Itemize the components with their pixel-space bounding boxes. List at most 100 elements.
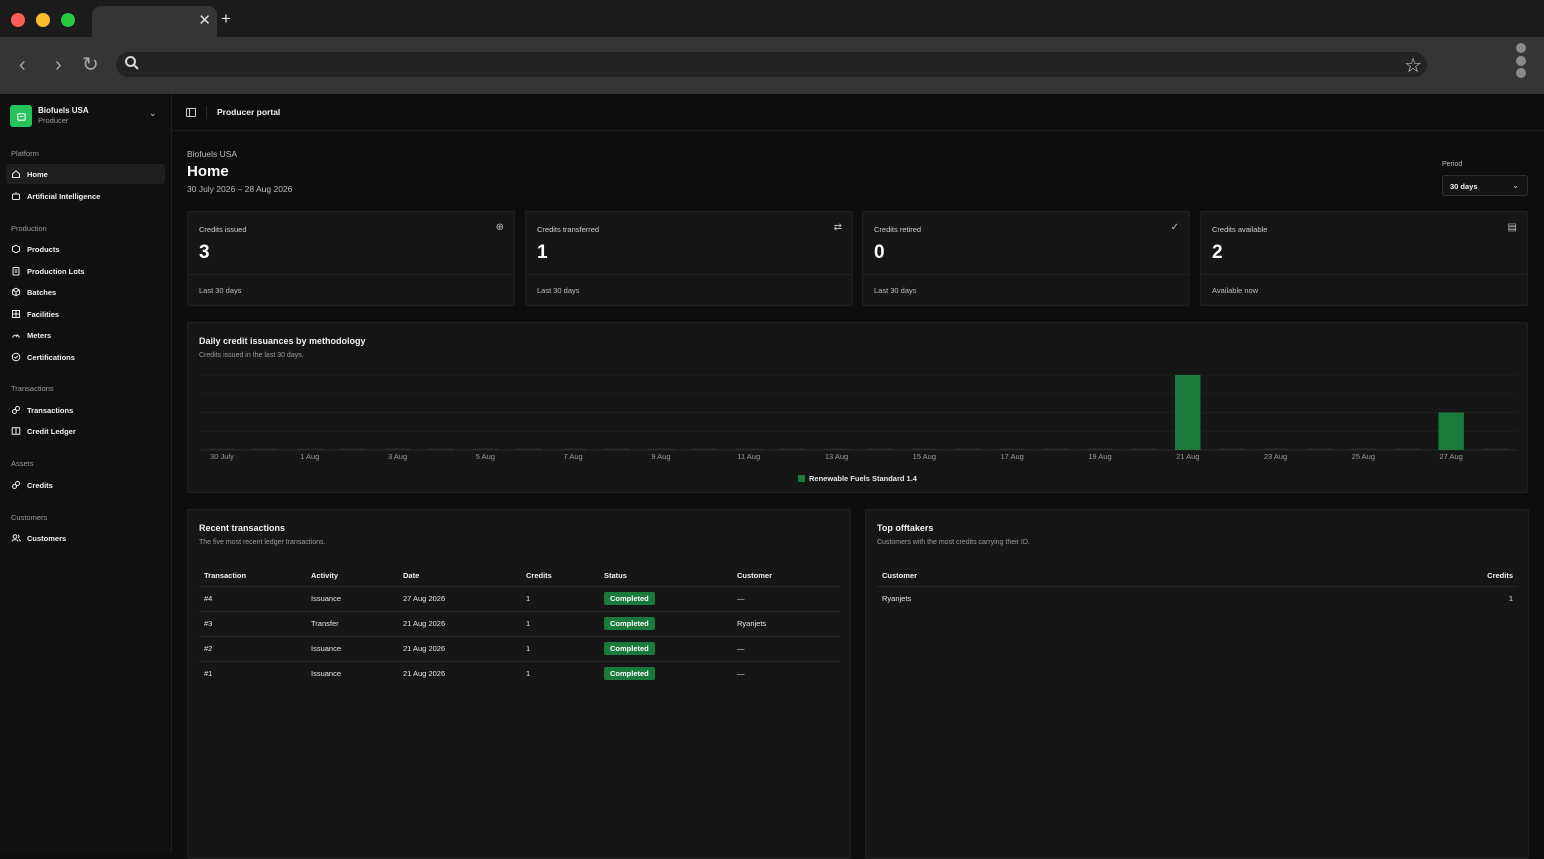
sidebar: Biofuels USA Producer ⌄ Platform Home Ar…	[0, 94, 172, 853]
chart-bar[interactable]	[472, 448, 499, 451]
chart-bar[interactable]	[1131, 448, 1157, 451]
sidebar-item-certifications[interactable]: Certifications	[6, 347, 165, 367]
sidebar-item-transactions[interactable]: Transactions	[6, 400, 165, 420]
window-minimize-button[interactable]	[36, 13, 50, 27]
sidebar-item-artificial-intelligence[interactable]: Artificial Intelligence	[6, 186, 165, 206]
chart-bar[interactable]	[297, 448, 323, 451]
chart-bar[interactable]	[516, 448, 542, 451]
address-bar[interactable]: ☆	[116, 52, 1427, 77]
sidebar-item-batches[interactable]: Batches	[6, 282, 165, 302]
sidebar-toggle-icon[interactable]	[186, 108, 196, 117]
chart-bar[interactable]	[1218, 448, 1245, 451]
window-maximize-button[interactable]	[61, 13, 75, 27]
period-value: 30 days	[1450, 182, 1478, 191]
chart-bar[interactable]	[1350, 448, 1377, 451]
divider	[188, 274, 514, 275]
legend-swatch	[798, 475, 806, 482]
chart-bar[interactable]	[1306, 448, 1333, 451]
stat-value: 3	[199, 242, 210, 263]
date-cell: 21 Aug 2026	[403, 669, 446, 679]
table-row[interactable]: #4 Issuance 27 Aug 2026 1 Completed —	[199, 586, 840, 612]
transaction-id-link[interactable]: #2	[199, 636, 306, 662]
browser-menu-icon[interactable]	[1516, 43, 1526, 81]
table-row[interactable]: Ryanjets 1	[877, 586, 1518, 610]
section-label-transactions: Transactions	[11, 384, 54, 393]
chart-bar[interactable]	[1043, 448, 1069, 451]
chart-bar[interactable]	[604, 448, 630, 451]
chart-bar[interactable]	[779, 448, 806, 451]
table-row[interactable]: #1 Issuance 21 Aug 2026 1 Completed —	[199, 661, 840, 686]
section-label-assets: Assets	[11, 459, 34, 468]
transaction-id-link[interactable]: #4	[199, 586, 306, 612]
new-tab-icon[interactable]: +	[221, 9, 231, 29]
app-topbar: Producer portal	[172, 94, 1544, 131]
sidebar-item-customers[interactable]: Customers	[6, 528, 165, 548]
sidebar-item-meters[interactable]: Meters	[6, 325, 165, 345]
check-circle-icon: ✓	[1170, 222, 1179, 233]
x-tick-label: 5 Aug	[476, 452, 495, 461]
sidebar-item-credit-ledger[interactable]: Credit Ledger	[6, 421, 165, 441]
chart-bar[interactable]	[692, 448, 718, 451]
chart-card: Daily credit issuances by methodology Cr…	[187, 322, 1528, 493]
chart-bar[interactable]	[340, 448, 367, 451]
sidebar-item-production-lots[interactable]: Production Lots	[6, 261, 165, 281]
section-label-production: Production	[11, 224, 47, 233]
status-cell: Completed	[599, 611, 732, 637]
chart-bar[interactable]	[560, 448, 586, 451]
chart-bar[interactable]	[209, 448, 235, 451]
stat-card-credits-transferred: Credits transferred ⇄ 1 Last 30 days	[525, 211, 853, 306]
chart-bar[interactable]	[1175, 375, 1201, 450]
chart-bar[interactable]	[384, 448, 411, 451]
chart-bar[interactable]	[1262, 448, 1289, 451]
reload-icon[interactable]: ↻	[82, 52, 99, 77]
box-icon	[11, 287, 21, 297]
chart-bar[interactable]	[253, 448, 279, 451]
chevron-down-icon: ⌄	[149, 108, 157, 118]
org-logo-icon	[10, 105, 32, 127]
chart-bar[interactable]	[428, 448, 455, 451]
back-icon[interactable]: ‹	[19, 54, 26, 77]
window-close-button[interactable]	[11, 13, 25, 27]
forward-icon[interactable]: ›	[55, 54, 62, 77]
transaction-id-link[interactable]: #1	[199, 661, 306, 686]
browser-tab[interactable]: ✕	[92, 6, 217, 37]
sidebar-item-home[interactable]: Home	[6, 164, 165, 184]
chart-bar[interactable]	[867, 448, 894, 451]
period-select[interactable]: 30 days ⌄	[1442, 175, 1528, 196]
sidebar-item-label: Credit Ledger	[27, 426, 76, 436]
chart-bar[interactable]	[911, 448, 938, 451]
chart-bar[interactable]	[1438, 412, 1464, 451]
sidebar-item-label: Facilities	[27, 309, 60, 319]
transaction-id-link[interactable]: #3	[199, 611, 306, 637]
home-icon	[11, 169, 21, 179]
sidebar-item-products[interactable]: Products	[6, 239, 165, 259]
column-header: Transaction	[199, 565, 306, 587]
sidebar-item-label: Production Lots	[27, 266, 85, 276]
chart-bar[interactable]	[823, 448, 850, 451]
x-tick-label: 9 Aug	[651, 452, 670, 461]
chart-bar[interactable]	[1482, 448, 1508, 451]
chart-bar[interactable]	[999, 448, 1025, 451]
sidebar-item-facilities[interactable]: Facilities	[6, 304, 165, 324]
chart-bar[interactable]	[648, 448, 674, 451]
divider	[526, 274, 852, 275]
chart-bar[interactable]	[1087, 448, 1113, 451]
bookmark-star-icon[interactable]: ☆	[1404, 53, 1422, 78]
customer-link[interactable]: Ryanjets	[732, 611, 840, 637]
tab-close-icon[interactable]: ✕	[198, 11, 211, 29]
table-row[interactable]: #2 Issuance 21 Aug 2026 1 Completed —	[199, 636, 840, 662]
x-tick-label: 19 Aug	[1088, 452, 1111, 461]
chart-bar[interactable]	[955, 448, 981, 451]
sidebar-item-credits[interactable]: Credits	[6, 475, 165, 495]
activity-cell: Transfer	[306, 611, 398, 637]
table-row[interactable]: #3 Transfer 21 Aug 2026 1 Completed Ryan…	[199, 611, 840, 637]
sidebar-item-label: Certifications	[27, 352, 75, 362]
bar-chart: 30 July 1 Aug 3 Aug 5 Aug 7 Aug 9 Aug 11 Aug 13…	[200, 374, 1517, 461]
customer-link[interactable]: Ryanjets	[877, 586, 1234, 610]
credits-cell: 1	[1508, 593, 1513, 603]
x-tick-label: 21 Aug	[1176, 452, 1199, 461]
customer-cell: —	[737, 669, 745, 679]
chart-bar[interactable]	[1394, 448, 1420, 451]
org-switcher[interactable]: Biofuels USA Producer ⌄	[10, 104, 162, 128]
chart-bar[interactable]	[736, 448, 762, 451]
